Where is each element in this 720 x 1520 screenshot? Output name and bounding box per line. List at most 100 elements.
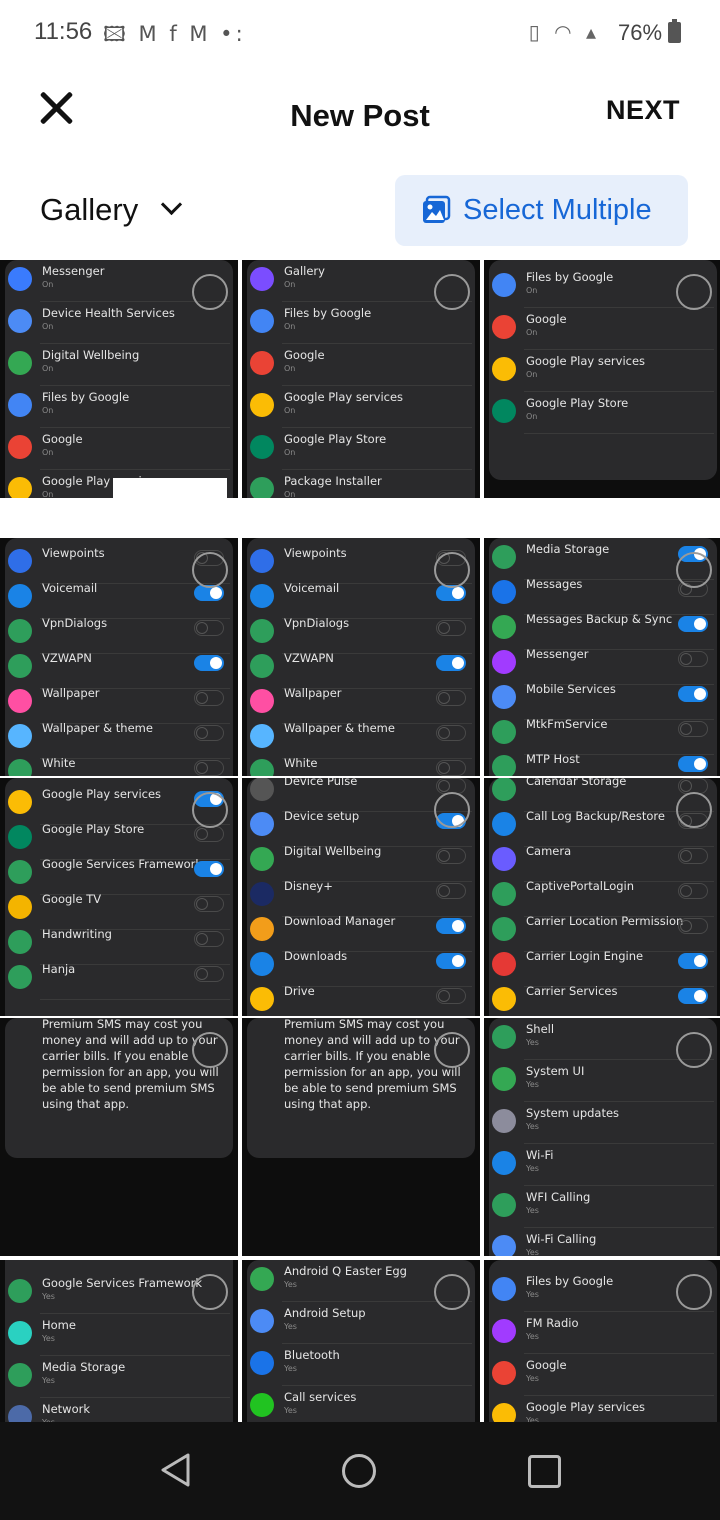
app-name: Network	[42, 1402, 91, 1416]
gallery-thumbnail[interactable]: Calendar Storage Call Log Backup/Restore C…	[484, 778, 720, 1016]
app-setting-row: Google Play services On	[484, 350, 720, 392]
app-name: System UI	[526, 1064, 585, 1078]
app-name: Google	[526, 312, 567, 326]
app-status: Yes	[526, 1038, 539, 1047]
app-name: Viewpoints	[284, 546, 347, 560]
app-name: Mobile Services	[526, 682, 616, 696]
app-icon	[250, 952, 274, 976]
app-name: Gallery	[284, 264, 325, 278]
app-icon	[8, 393, 32, 417]
row-divider	[40, 999, 230, 1000]
select-circle-icon[interactable]	[434, 552, 470, 588]
app-setting-row: WFI Calling Yes	[484, 1186, 720, 1228]
app-icon	[8, 267, 32, 291]
app-icon	[8, 584, 32, 608]
app-icon	[250, 724, 274, 748]
app-setting-row: NetworkYes	[0, 1398, 238, 1422]
app-setting-row: Files by Google On	[0, 386, 238, 428]
app-name: Google Play Store	[42, 822, 145, 836]
app-name: Files by Google	[526, 270, 614, 284]
app-name: Files by Google	[284, 306, 372, 320]
toggle-off-icon	[678, 918, 708, 934]
app-name: Google Services Framework	[42, 857, 203, 871]
next-button[interactable]: NEXT	[606, 95, 680, 126]
toggle-on-icon	[678, 988, 708, 1004]
gallery-thumbnail[interactable]: Viewpoints Voicemail VpnDialogs VZWAPN Wallp…	[242, 538, 480, 776]
select-circle-icon[interactable]	[192, 552, 228, 588]
gallery-thumbnail[interactable]: Files by Google Yes FM Radio Yes Google Yes Go…	[484, 1260, 720, 1422]
select-circle-icon[interactable]	[676, 274, 712, 310]
app-icon	[492, 882, 516, 906]
app-setting-row: Google Play services On	[242, 386, 480, 428]
select-circle-icon[interactable]	[676, 552, 712, 588]
select-circle-icon[interactable]	[676, 1274, 712, 1310]
clock: 11:56	[34, 18, 93, 45]
gallery-thumbnail[interactable]: Viewpoints Voicemail VpnDialogs VZWAPN Wallp…	[0, 538, 238, 776]
app-name: Camera	[526, 844, 572, 858]
app-setting-row: Google Play Store On	[242, 428, 480, 470]
app-icon	[8, 825, 32, 849]
app-name: Media Storage	[526, 542, 610, 556]
select-multiple-label: Select Multiple	[463, 194, 652, 226]
select-multiple-button[interactable]: Select Multiple	[395, 175, 688, 246]
recents-icon[interactable]	[528, 1455, 561, 1488]
app-name: WFI Calling	[526, 1190, 591, 1204]
gallery-dropdown[interactable]: Gallery	[40, 192, 183, 228]
app-icon	[492, 1067, 516, 1091]
select-circle-icon[interactable]	[434, 792, 470, 828]
toggle-on-icon	[678, 756, 708, 772]
app-name: Google Services Framework	[42, 1276, 203, 1290]
back-icon[interactable]	[158, 1452, 194, 1488]
select-circle-icon[interactable]	[192, 274, 228, 310]
toggle-on-icon	[678, 686, 708, 702]
select-circle-icon[interactable]	[434, 274, 470, 310]
select-circle-icon[interactable]	[434, 1032, 470, 1068]
select-circle-icon[interactable]	[192, 1032, 228, 1068]
app-name: VZWAPN	[42, 651, 92, 665]
app-status: Yes	[526, 1374, 539, 1383]
gallery-thumbnail[interactable]: Shell Yes System UI Yes System updates Yes Wi-…	[484, 1018, 720, 1256]
select-circle-icon[interactable]	[434, 1274, 470, 1310]
app-icon	[492, 987, 516, 1011]
app-icon	[250, 759, 274, 776]
select-circle-icon[interactable]	[676, 1032, 712, 1068]
gallery-thumbnail[interactable]: Device Pulse Device setup Digital Wellbein…	[242, 778, 480, 1016]
app-setting-row: White	[242, 752, 480, 776]
app-icon	[8, 930, 32, 954]
gallery-thumbnail[interactable]: Messenger On Device Health Services On Digit…	[0, 260, 238, 498]
gallery-thumbnail[interactable]: Google Services Framework Yes Home Yes Media…	[0, 1260, 238, 1422]
app-name: Google Play services	[526, 1400, 646, 1414]
app-icon	[250, 882, 274, 906]
app-setting-row: Google On	[242, 344, 480, 386]
gallery-thumbnail[interactable]: Android Q Easter Egg Yes Android Setup Yes B…	[242, 1260, 480, 1422]
app-icon	[8, 965, 32, 989]
app-status: On	[526, 328, 538, 337]
select-circle-icon[interactable]	[676, 792, 712, 828]
app-status: Yes	[284, 1322, 297, 1331]
select-circle-icon[interactable]	[192, 792, 228, 828]
app-name: Google Play services	[42, 787, 162, 801]
select-circle-icon[interactable]	[192, 1274, 228, 1310]
app-name: MtkFmService	[526, 717, 608, 731]
app-status: On	[284, 448, 296, 457]
app-setting-row: Hanja	[0, 958, 238, 1000]
app-setting-row: Home Yes	[0, 1314, 238, 1356]
app-setting-row: System updates Yes	[484, 1102, 720, 1144]
gallery-thumbnail[interactable]: Files by Google On Google On Google Play ser…	[484, 260, 720, 498]
home-icon[interactable]	[342, 1454, 376, 1488]
gallery-thumbnail[interactable]: Premium SMS may cost you money and will …	[242, 1018, 480, 1256]
app-name: Handwriting	[42, 927, 112, 941]
gallery-thumbnail[interactable]: Media Storage Messages Messages Backup & S…	[484, 538, 720, 776]
toggle-off-icon	[678, 651, 708, 667]
app-icon	[250, 987, 274, 1011]
app-name: CaptivePortalLogin	[526, 879, 635, 893]
app-icon	[8, 1363, 32, 1387]
app-name: Downloads	[284, 949, 348, 963]
app-icon	[492, 399, 516, 423]
toggle-on-icon	[436, 655, 466, 671]
app-setting-row: Bluetooth Yes	[242, 1344, 480, 1386]
gallery-thumbnail[interactable]: Google Play services Google Play Store Goo…	[0, 778, 238, 1016]
app-status: On	[42, 406, 54, 415]
gallery-thumbnail[interactable]: Gallery On Files by Google On Google On Google…	[242, 260, 480, 498]
gallery-thumbnail[interactable]: Premium SMS may cost you money and will …	[0, 1018, 238, 1256]
